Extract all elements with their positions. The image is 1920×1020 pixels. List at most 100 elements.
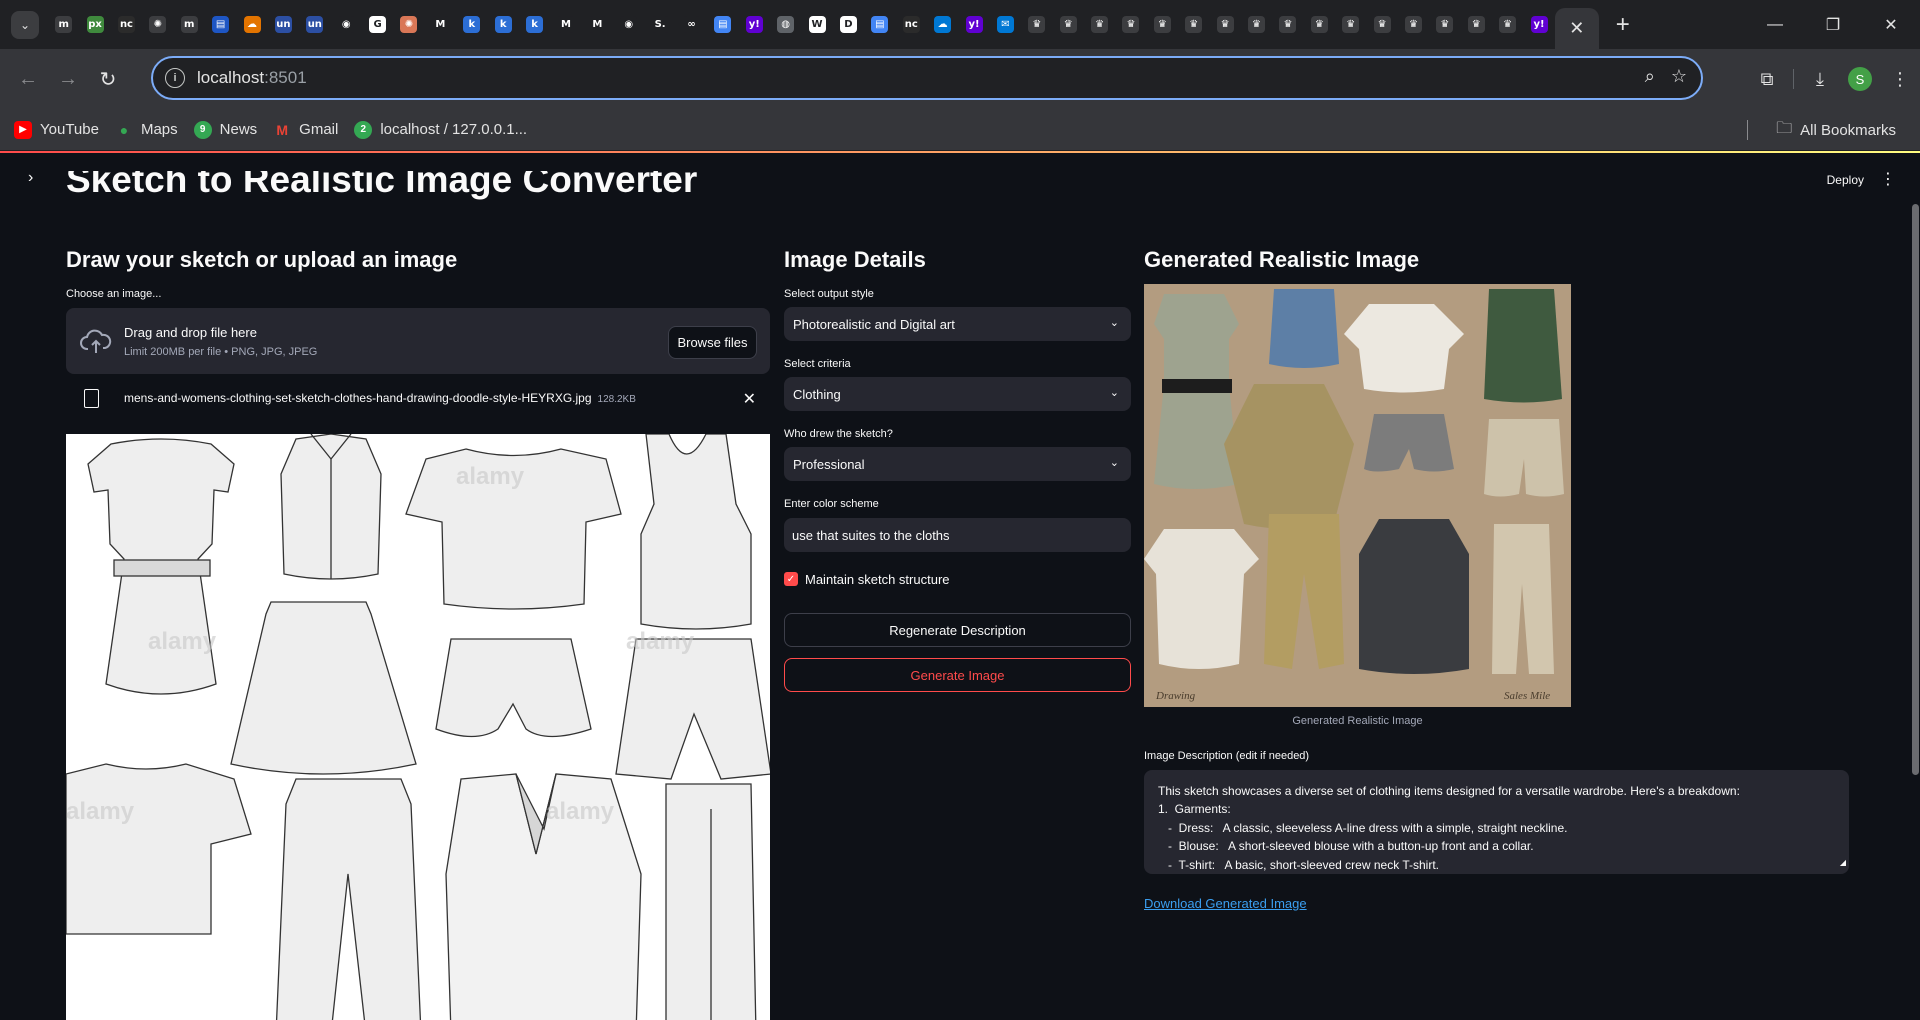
maintain-structure-checkbox[interactable]: ✓ — [784, 572, 798, 586]
profile-avatar[interactable]: S — [1840, 59, 1880, 99]
browser-menu-icon[interactable]: ⋮ — [1880, 59, 1920, 99]
reload-icon[interactable]: ↻ — [88, 59, 128, 99]
deploy-button[interactable]: Deploy — [1827, 173, 1864, 187]
tab[interactable]: ♛ — [1021, 0, 1052, 49]
restore-icon[interactable]: ❐ — [1804, 0, 1862, 49]
bookmark-star-icon[interactable]: ☆ — [1671, 66, 1687, 87]
tab[interactable]: ♛ — [1209, 0, 1240, 49]
tab[interactable]: k — [519, 0, 550, 49]
tab[interactable]: ♛ — [1241, 0, 1272, 49]
generated-clothing-photo: Drawing Sales Mile — [1144, 284, 1571, 707]
tab[interactable]: S. — [644, 0, 675, 49]
tab[interactable]: ♛ — [1115, 0, 1146, 49]
tab[interactable]: ♛ — [1084, 0, 1115, 49]
tab[interactable]: G — [362, 0, 393, 49]
url-text[interactable]: localhost:8501 — [197, 68, 307, 88]
tab[interactable]: ☁ — [927, 0, 958, 49]
tab[interactable]: px — [79, 0, 110, 49]
tab-search-button[interactable]: ⌄ — [11, 10, 39, 39]
bookmark-news[interactable]: 9 News — [186, 114, 266, 146]
tab[interactable]: ♛ — [1366, 0, 1397, 49]
expand-sidebar-icon[interactable]: › — [28, 169, 33, 187]
regenerate-description-button[interactable]: Regenerate Description — [784, 613, 1131, 647]
tab[interactable]: y! — [958, 0, 989, 49]
tab[interactable]: ◍ — [770, 0, 801, 49]
forward-icon[interactable]: → — [48, 59, 88, 99]
all-bookmarks[interactable]: 🗀 All Bookmarks — [1768, 114, 1904, 146]
tab[interactable]: ◉ — [331, 0, 362, 49]
page-scrollbar[interactable] — [1912, 204, 1919, 775]
browse-files-button[interactable]: Browse files — [668, 326, 757, 359]
tab[interactable]: ◉ — [613, 0, 644, 49]
bookmarks-divider — [1747, 120, 1749, 140]
active-tab[interactable]: ✕ — [1554, 8, 1599, 49]
color-scheme-input[interactable] — [784, 518, 1131, 552]
site-info-icon[interactable]: i — [165, 68, 185, 88]
main-menu-icon[interactable]: ⋮ — [1880, 169, 1896, 189]
tab[interactable]: ♛ — [1147, 0, 1178, 49]
tab[interactable]: M — [582, 0, 613, 49]
tab[interactable]: ♛ — [1272, 0, 1303, 49]
tab[interactable]: nc — [111, 0, 142, 49]
tab[interactable]: ♛ — [1429, 0, 1460, 49]
color-scheme-field[interactable] — [784, 518, 1131, 552]
tab[interactable]: y! — [739, 0, 770, 49]
tab[interactable]: M — [425, 0, 456, 49]
tab[interactable]: ♛ — [1053, 0, 1084, 49]
tab[interactable]: ☁ — [236, 0, 267, 49]
tab[interactable]: ♛ — [1304, 0, 1335, 49]
uploader-label: Choose an image... — [66, 288, 162, 300]
bookmark-maps[interactable]: ● Maps — [107, 114, 186, 146]
tab[interactable]: ♛ — [1492, 0, 1523, 49]
tab[interactable]: D — [833, 0, 864, 49]
zoom-icon[interactable]: ⌕ — [1645, 66, 1655, 87]
toolbar-divider — [1793, 69, 1794, 89]
tab[interactable]: y! — [1523, 0, 1554, 49]
drawer-select[interactable]: Professional ⌄ — [784, 447, 1131, 481]
generate-image-button[interactable]: Generate Image — [784, 658, 1131, 692]
resize-handle-icon[interactable]: ◢ — [1840, 854, 1846, 872]
tab[interactable]: ▤ — [205, 0, 236, 49]
tab[interactable]: ♛ — [1178, 0, 1209, 49]
tab[interactable]: k — [487, 0, 518, 49]
description-textarea[interactable]: This sketch showcases a diverse set of c… — [1144, 770, 1849, 874]
back-icon[interactable]: ← — [8, 59, 48, 99]
file-dropzone[interactable] — [66, 308, 770, 374]
download-image-link[interactable]: Download Generated Image — [1144, 896, 1307, 911]
tab[interactable]: un — [268, 0, 299, 49]
tab[interactable]: k — [456, 0, 487, 49]
tab[interactable]: ∞ — [676, 0, 707, 49]
tab[interactable]: m — [48, 0, 79, 49]
download-icon[interactable]: ⤓ — [1800, 59, 1840, 99]
extensions-icon[interactable]: ⧉ — [1747, 59, 1787, 99]
tab[interactable]: ♛ — [1461, 0, 1492, 49]
gmail-icon: M — [276, 121, 288, 138]
criteria-select[interactable]: Clothing ⌄ — [784, 377, 1131, 411]
new-tab-button[interactable]: + — [1603, 5, 1643, 45]
bookmark-youtube[interactable]: ▶ YouTube — [6, 114, 107, 146]
tab-favicon-icon: k — [463, 16, 481, 33]
output-style-select[interactable]: Photorealistic and Digital art ⌄ — [784, 307, 1131, 341]
maintain-structure-label[interactable]: Maintain sketch structure — [805, 572, 950, 587]
bookmark-localhost[interactable]: 2 localhost / 127.0.0.1... — [346, 114, 535, 146]
tab-favicon-icon: M — [557, 16, 575, 33]
tab[interactable]: ✺ — [393, 0, 424, 49]
close-tab-icon[interactable]: ✕ — [1569, 18, 1584, 39]
bookmark-gmail[interactable]: M Gmail — [265, 114, 346, 146]
tab[interactable]: ✺ — [142, 0, 173, 49]
tab[interactable]: M — [550, 0, 581, 49]
remove-file-icon[interactable]: ✕ — [743, 389, 756, 409]
tab[interactable]: ▤ — [864, 0, 895, 49]
tab[interactable]: ♛ — [1335, 0, 1366, 49]
tab[interactable]: un — [299, 0, 330, 49]
tab[interactable]: m — [174, 0, 205, 49]
description-line: - Dress: A classic, sleeveless A-line dr… — [1158, 820, 1568, 835]
tab[interactable]: nc — [896, 0, 927, 49]
minimize-icon[interactable]: — — [1746, 0, 1804, 49]
close-window-icon[interactable]: ✕ — [1862, 0, 1920, 49]
tab[interactable]: ♛ — [1398, 0, 1429, 49]
address-bar[interactable]: i localhost:8501 ⌕ ☆ — [151, 56, 1703, 100]
tab[interactable]: ✉ — [990, 0, 1021, 49]
tab[interactable]: ▤ — [707, 0, 738, 49]
tab[interactable]: W — [801, 0, 832, 49]
